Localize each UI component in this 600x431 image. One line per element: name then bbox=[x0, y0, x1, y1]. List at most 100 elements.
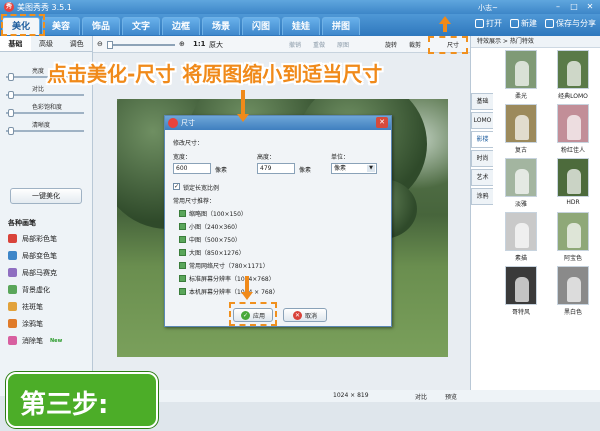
doodle-icon bbox=[8, 319, 17, 328]
lock-ratio-checkbox[interactable]: ✓ bbox=[173, 183, 180, 190]
tab-doll[interactable]: 娃娃 bbox=[282, 17, 320, 35]
highlight-beautify-tab bbox=[1, 14, 45, 36]
preset-item[interactable]: 缩略图（100×150） bbox=[179, 207, 247, 219]
brush-item[interactable]: 祛斑笔 bbox=[0, 298, 92, 315]
save-share-button[interactable]: 保存与分享 bbox=[545, 18, 596, 29]
preview-button[interactable]: 预览 bbox=[445, 392, 457, 401]
width-label: 宽度： bbox=[173, 154, 192, 161]
presets-title: 常用尺寸推荐： bbox=[173, 198, 216, 205]
effect-thumbnail bbox=[505, 212, 537, 251]
highlight-apply-button bbox=[229, 302, 277, 326]
category-lomo[interactable]: LOMO bbox=[471, 112, 493, 129]
undo-button[interactable]: 撤销 bbox=[289, 40, 301, 49]
width-input[interactable]: 600 bbox=[173, 163, 211, 174]
preset-item[interactable]: 大图（850×1276） bbox=[179, 246, 245, 258]
original-size-button[interactable]: 原大 bbox=[209, 40, 223, 50]
app-title: 美图秀秀 3.5.1 bbox=[17, 3, 72, 12]
tab-frame[interactable]: 边框 bbox=[162, 17, 200, 35]
effect-item[interactable]: 哥特风 bbox=[497, 266, 545, 317]
cancel-button[interactable]: ✕ 取消 bbox=[283, 308, 327, 322]
user-menu[interactable]: 小志~ bbox=[478, 3, 498, 13]
left-panel: 基础 高级 调色 亮度 对比 色彩饱和度 清晰度 一键美化 各种画笔 局部彩色笔… bbox=[0, 36, 93, 396]
image-icon bbox=[179, 274, 186, 282]
unit-select[interactable]: 像素 ▼ bbox=[331, 163, 377, 174]
one-key-beautify-button[interactable]: 一键美化 bbox=[10, 188, 82, 204]
brush-item[interactable]: 背景虚化 bbox=[0, 281, 92, 298]
preset-item[interactable]: 中图（500×750） bbox=[179, 233, 241, 245]
image-icon bbox=[179, 248, 186, 256]
tab-beauty[interactable]: 美容 bbox=[42, 17, 80, 35]
slider-knob[interactable] bbox=[8, 127, 14, 135]
saturation-slider[interactable]: 色彩饱和度 bbox=[0, 102, 92, 120]
zoom-slider[interactable] bbox=[107, 44, 175, 46]
redo-button[interactable]: 重做 bbox=[313, 40, 325, 49]
folder-icon bbox=[475, 19, 484, 28]
file-actions: 打开 新建 保存与分享 bbox=[475, 18, 596, 29]
brush-item[interactable]: 消除笔 New bbox=[0, 332, 92, 349]
tab-advanced[interactable]: 高级 bbox=[31, 36, 62, 51]
original-image-button[interactable]: 原图 bbox=[337, 40, 349, 49]
compare-button[interactable]: 对比 bbox=[415, 392, 427, 401]
preset-item[interactable]: 小图（240×360） bbox=[179, 220, 241, 232]
tab-scene[interactable]: 场景 bbox=[202, 17, 240, 35]
preset-item[interactable]: 本机屏幕分辨率（1024 × 768） bbox=[179, 285, 279, 297]
close-icon[interactable]: ✕ bbox=[584, 2, 596, 12]
effect-item[interactable]: 素描 bbox=[497, 212, 545, 263]
slider-knob[interactable] bbox=[8, 109, 14, 117]
brush-item[interactable]: 局部变色笔 bbox=[0, 247, 92, 264]
mosaic-icon bbox=[8, 268, 17, 277]
tab-accessories[interactable]: 饰品 bbox=[82, 17, 120, 35]
color-pen-icon bbox=[8, 234, 17, 243]
zoom-knob[interactable] bbox=[107, 41, 113, 49]
tab-color[interactable]: 调色 bbox=[61, 36, 92, 51]
tab-flash[interactable]: 闪图 bbox=[242, 17, 280, 35]
rotate-button[interactable]: 旋转 bbox=[385, 40, 397, 49]
new-button[interactable]: 新建 bbox=[510, 18, 537, 29]
lock-ratio-label: 锁定长宽比例 bbox=[183, 185, 220, 192]
slider-knob[interactable] bbox=[8, 91, 14, 99]
minimize-icon[interactable]: – bbox=[552, 2, 564, 12]
image-dimensions: 1024 × 819 bbox=[333, 392, 369, 399]
unit-label: 单位： bbox=[331, 154, 350, 161]
maximize-icon[interactable]: □ bbox=[568, 2, 580, 12]
main-tabs: 美化 美容 饰品 文字 边框 场景 闪图 娃娃 拼图 bbox=[2, 17, 360, 35]
close-icon[interactable]: ✕ bbox=[376, 117, 388, 128]
effect-item[interactable]: 柔光 bbox=[497, 50, 545, 101]
effect-item[interactable]: 粉红佳人 bbox=[549, 104, 597, 155]
preset-item[interactable]: 常用网络尺寸（780×1171） bbox=[179, 259, 269, 271]
effect-item[interactable]: 黑白色 bbox=[549, 266, 597, 317]
category-art[interactable]: 艺术 bbox=[471, 169, 493, 186]
tutorial-headline: 点击美化-尺寸 将原图缩小到适当尺寸 bbox=[47, 62, 383, 86]
spot-remover-icon bbox=[8, 302, 17, 311]
effect-item[interactable]: HDR bbox=[549, 158, 597, 209]
category-studio[interactable]: 影楼 bbox=[471, 131, 493, 148]
category-fashion[interactable]: 时尚 bbox=[471, 150, 493, 167]
brush-item[interactable]: 局部彩色笔 bbox=[0, 230, 92, 247]
brush-item[interactable]: 涂鸦笔 bbox=[0, 315, 92, 332]
image-icon bbox=[179, 235, 186, 243]
preset-item[interactable]: 标准屏幕分辨率（1024×768） bbox=[179, 272, 275, 284]
sharpness-slider[interactable]: 清晰度 bbox=[0, 120, 92, 138]
effect-item[interactable]: 复古 bbox=[497, 104, 545, 155]
effect-grid: 柔光 经典LOMO 复古 粉红佳人 淡雅 HDR 素描 阿宝色 哥特风 黑白色 bbox=[497, 50, 599, 317]
brush-item[interactable]: 局部马赛克 bbox=[0, 264, 92, 281]
tab-collage[interactable]: 拼图 bbox=[322, 17, 360, 35]
effect-item[interactable]: 淡雅 bbox=[497, 158, 545, 209]
effect-thumbnail bbox=[557, 212, 589, 251]
effect-item[interactable]: 阿宝色 bbox=[549, 212, 597, 263]
category-doodle[interactable]: 涂鸦 bbox=[471, 188, 493, 205]
zoom-out-icon[interactable]: ⊖ bbox=[97, 40, 103, 48]
tab-text[interactable]: 文字 bbox=[122, 17, 160, 35]
open-button[interactable]: 打开 bbox=[475, 18, 502, 29]
height-input[interactable]: 479 bbox=[257, 163, 295, 174]
effect-thumbnail bbox=[557, 104, 589, 143]
category-basic[interactable]: 基础 bbox=[471, 93, 493, 110]
effect-item[interactable]: 经典LOMO bbox=[549, 50, 597, 101]
crop-button[interactable]: 裁剪 bbox=[409, 40, 421, 49]
slider-knob[interactable] bbox=[8, 73, 14, 81]
tab-basic[interactable]: 基础 bbox=[0, 36, 31, 51]
zoom-in-icon[interactable]: ⊕ bbox=[179, 40, 185, 48]
zoom-ratio[interactable]: 1:1 bbox=[193, 40, 206, 48]
app-logo-icon bbox=[168, 118, 178, 128]
effect-thumbnail bbox=[505, 104, 537, 143]
